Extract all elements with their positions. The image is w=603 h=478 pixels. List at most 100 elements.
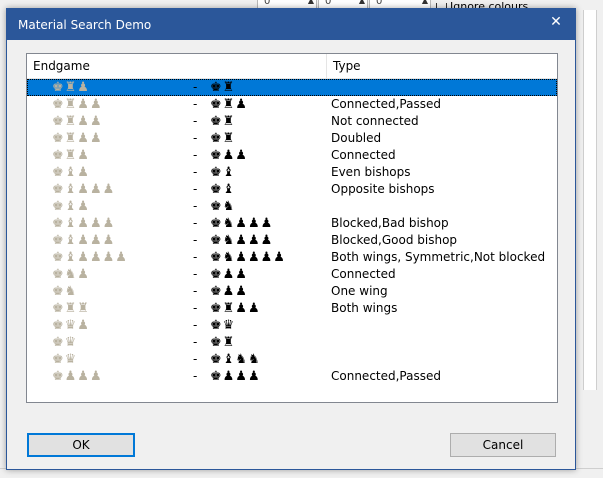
endgame-type: Blocked,Good bishop xyxy=(331,233,458,247)
white-pieces-icon: ♚♛ xyxy=(52,335,78,350)
spin-arrow-icon[interactable]: ▲ xyxy=(422,0,428,5)
black-pieces-icon: ♚♞ xyxy=(210,199,236,214)
endgame-type: Even bishops xyxy=(331,165,411,179)
endgame-type: Opposite bishops xyxy=(331,182,435,196)
close-icon[interactable]: ✕ xyxy=(547,12,565,32)
white-pieces-icon: ♚♞ xyxy=(52,284,78,299)
white-pieces-icon: ♚♞♟ xyxy=(52,267,90,282)
dialog-titlebar[interactable]: Material Search Demo ✕ xyxy=(7,9,575,40)
endgame-type: Connected xyxy=(331,267,396,281)
black-pieces-icon: ♚♞♟♟♟♟ xyxy=(210,250,286,265)
list-item[interactable]: ♚♞ - ♚♟♟ One wing xyxy=(27,283,557,300)
white-pieces-icon: ♚♝♟♟♟ xyxy=(52,182,116,197)
endgame-type: Connected,Passed xyxy=(331,97,441,111)
column-header-endgame[interactable]: Endgame xyxy=(33,54,90,78)
cancel-button[interactable]: Cancel xyxy=(450,433,556,457)
separator-dash: - xyxy=(193,148,198,162)
black-pieces-icon: ♚♟♟♟ xyxy=(210,369,261,384)
list-item[interactable]: ♚♜♟♟ - ♚♜♟ Connected,Passed xyxy=(27,96,557,113)
endgame-type: Both wings xyxy=(331,301,398,315)
list-item[interactable]: ♚♞♟ - ♚♟♟ Connected xyxy=(27,266,557,283)
material-search-dialog: Material Search Demo ✕ Endgame Type ♚♜♟ -… xyxy=(6,8,576,470)
white-pieces-icon: ♚♝♟♟♟ xyxy=(52,233,116,248)
list-item[interactable]: ♚♜♟ - ♚♟♟ Connected xyxy=(27,147,557,164)
list-item[interactable]: ♚♛ - ♚♜ xyxy=(27,334,557,351)
endgame-type: Blocked,Bad bishop xyxy=(331,216,449,230)
list-item[interactable]: ♚♝♟ - ♚♝ Even bishops xyxy=(27,164,557,181)
black-pieces-icon: ♚♟♟ xyxy=(210,148,248,163)
list-item[interactable]: ♚♝♟♟♟♟ - ♚♞♟♟♟♟ Both wings, Symmetric,Not b… xyxy=(27,249,557,266)
list-item[interactable]: ♚♝♟♟♟ - ♚♞♟♟♟ Blocked,Bad bishop xyxy=(27,215,557,232)
white-pieces-icon: ♚♛ xyxy=(52,352,78,367)
black-pieces-icon: ♚♟♟ xyxy=(210,284,248,299)
white-pieces-icon: ♚♝♟♟♟ xyxy=(52,216,116,231)
endgame-type: Both wings, Symmetric,Not blocked xyxy=(331,250,546,264)
separator-dash: - xyxy=(193,301,198,315)
spin-arrow-icon[interactable]: ▲ xyxy=(359,0,365,5)
separator-dash: - xyxy=(193,267,198,281)
list-item[interactable]: ♚♛♟ - ♚♛ xyxy=(27,317,557,334)
background-scroll-area xyxy=(583,10,597,390)
black-pieces-icon: ♚♞♟♟♟ xyxy=(210,216,274,231)
black-pieces-icon: ♚♜ xyxy=(210,131,236,146)
spin-arrow-icon[interactable]: ▲ xyxy=(308,0,314,5)
black-pieces-icon: ♚♜♟ xyxy=(210,97,248,112)
white-pieces-icon: ♚♟♟♟ xyxy=(52,369,103,384)
white-pieces-icon: ♚♝♟ xyxy=(52,199,90,214)
column-header-type[interactable]: Type xyxy=(333,54,361,78)
list-item[interactable]: ♚♝♟♟♟ - ♚♝ Opposite bishops xyxy=(27,181,557,198)
white-pieces-icon: ♚♝♟♟♟♟ xyxy=(52,250,128,265)
separator-dash: - xyxy=(193,199,198,213)
separator-dash: - xyxy=(193,352,198,366)
endgame-type: One wing xyxy=(331,284,388,298)
list-item[interactable]: ♚♛ - ♚♝♞♞ xyxy=(27,351,557,368)
list-item[interactable]: ♚♜♟ - ♚♜ xyxy=(27,79,557,96)
black-pieces-icon: ♚♞♟♟♟ xyxy=(210,233,274,248)
black-pieces-icon: ♚♟♟ xyxy=(210,267,248,282)
white-pieces-icon: ♚♜♟ xyxy=(52,80,90,95)
separator-dash: - xyxy=(193,369,198,383)
black-pieces-icon: ♚♜ xyxy=(210,80,236,95)
background-right-panel xyxy=(575,10,603,477)
black-pieces-icon: ♚♝ xyxy=(210,182,236,197)
endgame-type: Connected,Passed xyxy=(331,369,441,383)
list-item[interactable]: ♚♜♟♟ - ♚♜ Not connected xyxy=(27,113,557,130)
list-item[interactable]: ♚♜♜ - ♚♜♟♟ Both wings xyxy=(27,300,557,317)
separator-dash: - xyxy=(193,216,198,230)
separator-dash: - xyxy=(193,80,198,94)
separator-dash: - xyxy=(193,318,198,332)
black-pieces-icon: ♚♜ xyxy=(210,114,236,129)
ok-button[interactable]: OK xyxy=(27,433,135,457)
list-item[interactable]: ♚♜♟♟ - ♚♜ Doubled xyxy=(27,130,557,147)
white-pieces-icon: ♚♛♟ xyxy=(52,318,90,333)
list-item[interactable]: ♚♝♟♟♟ - ♚♞♟♟♟ Blocked,Good bishop xyxy=(27,232,557,249)
endgame-type: Connected xyxy=(331,148,396,162)
separator-dash: - xyxy=(193,97,198,111)
separator-dash: - xyxy=(193,182,198,196)
white-pieces-icon: ♚♜♟ xyxy=(52,148,90,163)
list-item[interactable]: ♚♝♟ - ♚♞ xyxy=(27,198,557,215)
white-pieces-icon: ♚♜♜ xyxy=(52,301,90,316)
separator-dash: - xyxy=(193,233,198,247)
separator-dash: - xyxy=(193,131,198,145)
dialog-title: Material Search Demo xyxy=(18,18,152,32)
black-pieces-icon: ♚♜♟♟ xyxy=(210,301,261,316)
separator-dash: - xyxy=(193,335,198,349)
list-header: Endgame Type xyxy=(27,54,557,79)
separator-dash: - xyxy=(193,250,198,264)
separator-dash: - xyxy=(193,284,198,298)
endgame-type: Not connected xyxy=(331,114,419,128)
endgame-type: Doubled xyxy=(331,131,382,145)
black-pieces-icon: ♚♝ xyxy=(210,165,236,180)
list-item[interactable]: ♚♟♟♟ - ♚♟♟♟ Connected,Passed xyxy=(27,368,557,385)
separator-dash: - xyxy=(193,165,198,179)
white-pieces-icon: ♚♝♟ xyxy=(52,165,90,180)
endgame-list[interactable]: Endgame Type ♚♜♟ - ♚♜ ♚♜♟♟ - ♚♜♟ Connected,Pas… xyxy=(26,53,558,403)
black-pieces-icon: ♚♛ xyxy=(210,318,236,333)
white-pieces-icon: ♚♜♟♟ xyxy=(52,114,103,129)
black-pieces-icon: ♚♝♞♞ xyxy=(210,352,261,367)
white-pieces-icon: ♚♜♟♟ xyxy=(52,131,103,146)
list-rows: ♚♜♟ - ♚♜ ♚♜♟♟ - ♚♜♟ Connected,Passed ♚♜♟♟ - ♚♜ Not… xyxy=(27,79,557,385)
column-separator[interactable] xyxy=(326,54,327,78)
separator-dash: - xyxy=(193,114,198,128)
